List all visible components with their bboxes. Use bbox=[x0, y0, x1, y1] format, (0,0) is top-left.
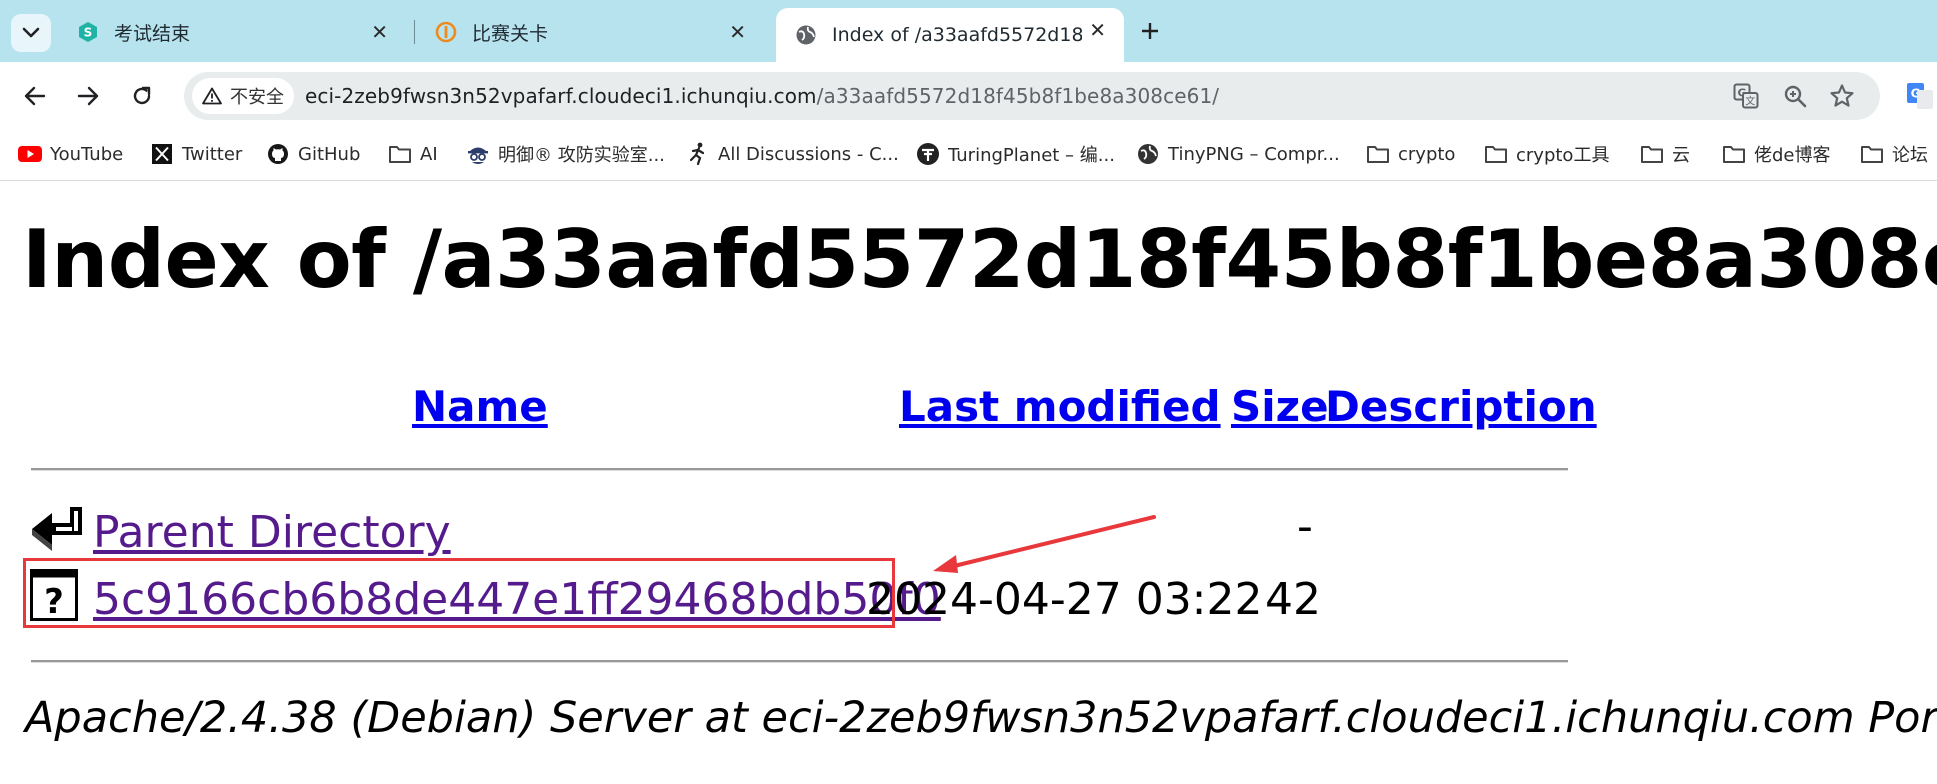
tab-contest-level[interactable]: 比赛关卡 ✕ bbox=[416, 10, 764, 54]
bookmark-label: crypto bbox=[1398, 143, 1456, 165]
bookmark-folder-ai[interactable]: AI bbox=[388, 140, 438, 168]
folder-icon bbox=[1860, 142, 1884, 166]
bookmark-label: 佬de博客 bbox=[1754, 145, 1831, 166]
bookmark-star-icon[interactable] bbox=[1828, 82, 1856, 110]
tab-label: Index of /a33aafd5572d18f45 bbox=[832, 24, 1082, 46]
bookmark-folder-cloud[interactable]: 云 bbox=[1640, 140, 1690, 168]
warning-icon bbox=[202, 87, 222, 105]
arrow-right-icon bbox=[77, 86, 99, 106]
bookmark-youtube[interactable]: YouTube bbox=[18, 140, 123, 168]
bookmark-mingyu-lab[interactable]: 明御® 攻防实验室... bbox=[466, 140, 665, 168]
bookmark-label: 云 bbox=[1672, 145, 1690, 166]
turing-icon bbox=[916, 142, 940, 166]
bookmark-github[interactable]: GitHub bbox=[266, 140, 360, 168]
tab-separator bbox=[414, 20, 415, 44]
back-button[interactable] bbox=[17, 78, 53, 114]
bookmark-folder-crypto[interactable]: crypto bbox=[1366, 140, 1455, 168]
tab-label: 考试结束 bbox=[114, 22, 191, 45]
folder-icon bbox=[1722, 142, 1746, 166]
svg-text:文: 文 bbox=[1745, 95, 1755, 108]
globe-icon bbox=[1136, 142, 1160, 166]
bookmark-folder-blogs[interactable]: 佬de博客 bbox=[1722, 140, 1831, 168]
github-icon bbox=[266, 142, 290, 166]
close-icon[interactable]: ✕ bbox=[371, 21, 388, 43]
reload-icon bbox=[133, 86, 151, 105]
chevron-down-icon bbox=[22, 27, 40, 38]
bookmark-label: TinyPNG – Compr... bbox=[1168, 143, 1340, 165]
bookmark-all-discussions[interactable]: All Discussions - C... bbox=[686, 140, 899, 168]
url-text[interactable]: eci-2zeb9fwsn3n52vpafarf.cloudeci1.ichun… bbox=[305, 84, 1219, 108]
tab-index-of[interactable]: Index of /a33aafd5572d18f45 ✕ bbox=[776, 8, 1124, 62]
bookmark-label: 论坛 bbox=[1892, 145, 1928, 166]
bookmark-folder-crypto-tools[interactable]: crypto工具 bbox=[1484, 140, 1609, 168]
address-bar[interactable]: 不安全 eci-2zeb9fwsn3n52vpafarf.cloudeci1.i… bbox=[184, 72, 1880, 120]
url-host: eci-2zeb9fwsn3n52vpafarf.cloudeci1.ichun… bbox=[305, 84, 817, 108]
close-icon[interactable]: ✕ bbox=[729, 21, 746, 43]
bookmark-folder-forum[interactable]: 论坛 bbox=[1860, 140, 1928, 168]
annotation-arrow bbox=[933, 515, 1156, 573]
zoom-icon[interactable] bbox=[1781, 82, 1809, 110]
plus-icon bbox=[1142, 23, 1158, 39]
security-label: 不安全 bbox=[230, 87, 284, 108]
new-tab-button[interactable] bbox=[1140, 14, 1160, 50]
google-translate-extension-icon[interactable]: G bbox=[1906, 82, 1934, 110]
tab-exam-finished[interactable]: S 考试结束 ✕ bbox=[58, 10, 406, 54]
ichunqiu-i-icon bbox=[434, 20, 458, 44]
x-twitter-icon bbox=[150, 142, 174, 166]
bookmark-label: AI bbox=[420, 143, 438, 165]
bookmark-twitter[interactable]: Twitter bbox=[150, 140, 242, 168]
url-path: /a33aafd5572d18f45b8f1be8a308ce61/ bbox=[816, 84, 1220, 108]
bookmark-label: YouTube bbox=[50, 143, 124, 165]
bookmark-turing-planet[interactable]: TuringPlanet – 编... bbox=[916, 140, 1115, 168]
security-chip[interactable]: 不安全 bbox=[192, 78, 294, 114]
svg-text:S: S bbox=[84, 26, 93, 40]
page-content: Index of /a33aafd5572d18f45b8f1be8a308ce… bbox=[0, 181, 1937, 784]
bookmark-label: GitHub bbox=[298, 143, 361, 165]
folder-icon bbox=[1640, 142, 1664, 166]
bookmark-label: Twitter bbox=[182, 143, 243, 165]
tab-search-button[interactable] bbox=[11, 14, 51, 52]
arrow-left-icon bbox=[24, 86, 46, 106]
folder-icon bbox=[1366, 142, 1390, 166]
bookmark-label: 明御® 攻防实验室... bbox=[498, 145, 665, 166]
bookmark-tinypng[interactable]: TinyPNG – Compr... bbox=[1136, 140, 1340, 168]
spy-icon bbox=[466, 142, 490, 166]
navigation-toolbar: 不安全 eci-2zeb9fwsn3n52vpafarf.cloudeci1.i… bbox=[0, 62, 1937, 128]
tab-strip: S 考试结束 ✕ 比赛关卡 ✕ Index of /a33aafd5572d18… bbox=[0, 0, 1937, 62]
bookmarks-bar: YouTube Twitter GitHub AI 明御® 攻防实验室... A… bbox=[0, 128, 1937, 181]
forward-button[interactable] bbox=[70, 78, 106, 114]
translate-icon[interactable]: G文 bbox=[1732, 82, 1760, 110]
globe-icon bbox=[794, 23, 818, 47]
reload-button[interactable] bbox=[124, 78, 160, 114]
bookmark-label: crypto工具 bbox=[1516, 145, 1610, 166]
folder-icon bbox=[1484, 142, 1508, 166]
ichunqiu-s-icon: S bbox=[76, 20, 100, 44]
youtube-icon bbox=[18, 142, 42, 166]
tab-label: 比赛关卡 bbox=[472, 22, 549, 45]
runner-icon bbox=[686, 142, 710, 166]
close-icon[interactable]: ✕ bbox=[1089, 19, 1106, 41]
folder-icon bbox=[388, 142, 412, 166]
bookmark-label: TuringPlanet – 编... bbox=[948, 145, 1115, 166]
bookmark-label: All Discussions - C... bbox=[718, 143, 899, 165]
